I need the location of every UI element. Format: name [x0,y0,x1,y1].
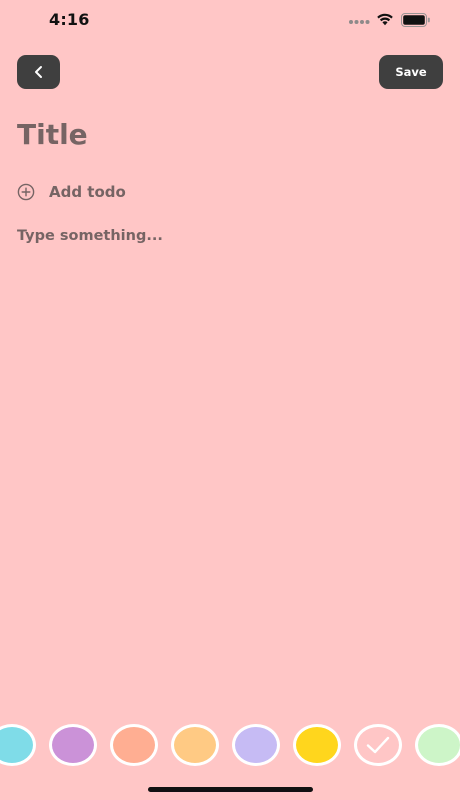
note-editor-screen: 4:16 Save Add todo [0,0,460,800]
color-swatch-salmon[interactable] [110,724,158,766]
plus-circle-icon [17,183,35,201]
save-button[interactable]: Save [379,55,443,89]
battery-icon [401,13,430,27]
color-swatch-cyan[interactable] [0,724,36,766]
chevron-left-icon [34,66,42,78]
color-swatch-picker [0,724,460,768]
home-indicator [148,787,313,792]
add-todo-button[interactable]: Add todo [17,180,126,204]
color-swatch-pink[interactable] [354,724,402,766]
color-swatch-yellow[interactable] [293,724,341,766]
checkmark-icon [366,736,390,754]
color-swatch-lavender[interactable] [232,724,280,766]
status-time: 4:16 [49,10,90,29]
signal-dots-icon [349,20,370,24]
note-body-input[interactable] [17,225,437,705]
color-swatch-peach[interactable] [171,724,219,766]
title-input[interactable] [17,112,437,156]
color-swatch-mint[interactable] [415,724,460,766]
wifi-icon [377,13,393,26]
color-swatch-purple[interactable] [49,724,97,766]
back-button[interactable] [17,55,60,89]
status-bar: 4:16 [0,0,460,42]
add-todo-label: Add todo [49,183,126,201]
